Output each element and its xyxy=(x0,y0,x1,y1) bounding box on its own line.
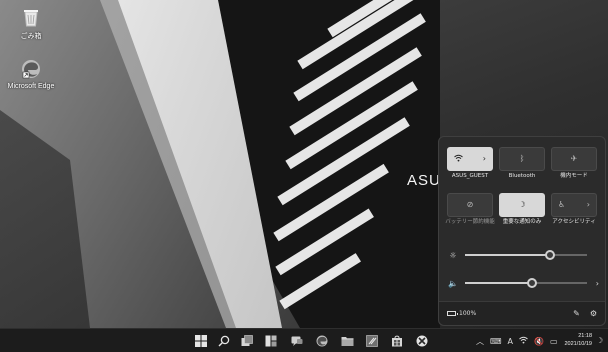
wallpaper-brand-text: ASU xyxy=(407,172,441,189)
battery-status[interactable]: 100% xyxy=(447,310,476,317)
battery-icon xyxy=(447,311,458,316)
file-explorer-button[interactable] xyxy=(340,334,354,348)
volume-slider-row: 🔈 › xyxy=(447,277,599,289)
note-app-button[interactable] xyxy=(365,334,379,348)
pencil-edit-icon[interactable]: ✎ xyxy=(573,309,580,318)
taskbar: ︿ ⌨ A 🔇 ▭ 21:18 2021/10/19 ☽ xyxy=(0,328,608,352)
brightness-icon: ☼ xyxy=(449,250,457,260)
file-explorer-icon xyxy=(341,337,353,346)
tile-label-bluetooth: Bluetooth xyxy=(508,173,536,179)
store-icon xyxy=(392,335,402,347)
desktop-icon-label: ごみ箱 xyxy=(20,33,42,40)
tile-label-focus-assist: 重要な通知のみ xyxy=(502,219,542,225)
chevron-right-icon[interactable]: › xyxy=(587,201,590,209)
edge-icon xyxy=(316,335,328,347)
widgets-button[interactable] xyxy=(264,334,278,348)
ime-indicator[interactable]: A xyxy=(508,337,513,346)
battery-saver-toggle[interactable]: ⊘ xyxy=(447,193,493,217)
quick-settings-footer: 100% ✎ ⚙ xyxy=(439,301,605,325)
speaker-muted-icon[interactable]: 🔇 xyxy=(534,337,544,346)
widgets-icon xyxy=(265,335,277,347)
bluetooth-icon: ᛒ xyxy=(519,154,525,163)
recycle-bin-shortcut[interactable]: ごみ箱 xyxy=(8,6,54,41)
moon-icon: ☽ xyxy=(518,200,526,209)
xbox-icon xyxy=(416,335,428,347)
brightness-slider-fill xyxy=(465,254,551,256)
chat-icon xyxy=(291,336,303,346)
airplane-icon: ✈ xyxy=(570,154,578,163)
battery-percentage: 100% xyxy=(459,310,477,317)
volume-slider-fill xyxy=(465,282,533,284)
chevron-right-icon[interactable]: › xyxy=(587,279,599,288)
tile-label-wifi: ASUS_GUEST xyxy=(451,173,489,179)
note-icon xyxy=(366,335,378,347)
search-button[interactable] xyxy=(217,334,231,348)
edge-shortcut[interactable]: Microsoft Edge xyxy=(8,58,54,90)
store-button[interactable] xyxy=(390,334,404,348)
chevron-right-icon[interactable]: › xyxy=(483,155,486,163)
taskbar-clock[interactable]: 21:18 2021/10/19 xyxy=(556,332,592,348)
quick-settings-panel: › ᛒ ✈ ASUS_GUEST Bluetooth 機内モード ⊘ ☽ ♿ ›… xyxy=(438,136,606,326)
task-view-icon xyxy=(241,335,253,346)
task-view-button[interactable] xyxy=(240,334,254,348)
wifi-toggle[interactable]: › xyxy=(447,147,493,171)
bluetooth-toggle[interactable]: ᛒ xyxy=(499,147,545,171)
start-icon xyxy=(195,335,207,347)
chevron-up-icon[interactable]: ︿ xyxy=(476,336,484,347)
edge-icon xyxy=(22,60,40,79)
brightness-slider-thumb[interactable] xyxy=(545,250,556,260)
tile-label-battery-saver: バッテリー節約機能 xyxy=(445,219,495,225)
start-button[interactable] xyxy=(194,334,208,348)
tile-label-airplane: 機内モード xyxy=(560,173,588,179)
wifi-icon xyxy=(454,154,463,164)
airplane-mode-toggle[interactable]: ✈ xyxy=(551,147,597,171)
focus-assist-toggle[interactable]: ☽ xyxy=(499,193,545,217)
battery-saver-icon: ⊘ xyxy=(466,200,474,209)
clock-date: 2021/10/19 xyxy=(564,341,592,347)
gear-icon[interactable]: ⚙ xyxy=(590,309,597,318)
search-icon xyxy=(218,335,230,347)
accessibility-toggle[interactable]: ♿ › xyxy=(551,193,597,217)
accessibility-icon: ♿ xyxy=(558,200,566,209)
brightness-slider-row: ☼ xyxy=(447,249,599,261)
keyboard-icon[interactable]: ⌨ xyxy=(490,337,502,346)
wifi-icon[interactable] xyxy=(519,336,528,346)
xbox-button[interactable] xyxy=(415,334,429,348)
desktop-icon-label: Microsoft Edge xyxy=(7,83,55,90)
edge-taskbar-button[interactable] xyxy=(315,334,329,348)
system-tray: ︿ ⌨ A 🔇 ▭ xyxy=(476,329,564,352)
tile-label-accessibility: アクセシビリティ xyxy=(552,219,596,225)
volume-slider-thumb[interactable] xyxy=(527,278,538,288)
chat-button[interactable] xyxy=(290,334,304,348)
notification-moon-icon[interactable]: ☽ xyxy=(596,336,603,345)
recycle-bin-icon xyxy=(24,10,38,27)
brightness-slider[interactable] xyxy=(465,250,587,260)
volume-slider[interactable] xyxy=(465,278,587,288)
speaker-muted-icon[interactable]: 🔈 xyxy=(447,279,459,288)
clock-time: 21:18 xyxy=(578,333,592,339)
